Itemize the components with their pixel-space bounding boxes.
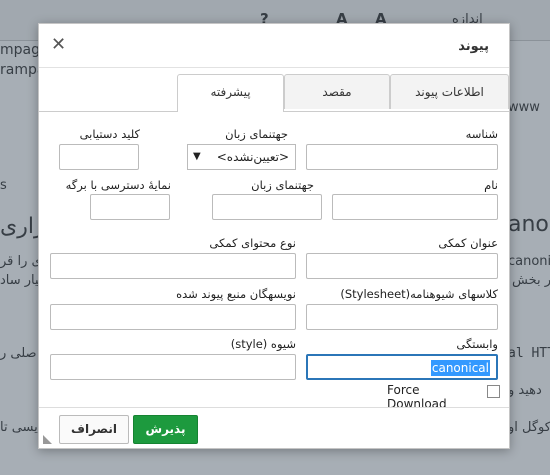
style-label: شیوه (style) [230,337,296,351]
dialog-footer: پذیرش انصراف [39,407,509,448]
tab-bar: اطلاعات پیوند مقصد پیشرفته [39,74,509,112]
resize-handle-icon[interactable] [43,435,52,444]
dialog-title: پیوند [458,39,489,54]
force-download-checkbox[interactable] [487,385,500,398]
rel-value: canonical [430,360,490,376]
tab-target[interactable]: مقصد [284,74,390,109]
ok-button[interactable]: پذیرش [133,415,198,444]
dropdown-arrow-icon: ▼ [193,151,201,162]
lang-code-field[interactable] [212,194,322,220]
style-field[interactable] [50,354,296,380]
access-key-field[interactable] [59,144,139,170]
tab-index-label: نمایهٔ دسترسی با برگه [65,178,171,192]
id-label: شناسه [465,127,498,141]
tab-index-field[interactable] [90,194,170,220]
close-icon[interactable]: ✕ [51,34,66,55]
lang-code-label: جهتنمای زبان [251,178,314,192]
name-label: نام [484,178,498,192]
charset-label: نویسهگان منبع پیوند شده [176,287,296,301]
charset-field[interactable] [50,304,296,330]
stylesheet-classes-label: کلاسهای شیوهنامه(Stylesheet) [340,287,498,301]
advisory-title-label: عنوان کمکی [438,236,498,250]
advisory-type-label: نوع محتوای کمکی [209,236,296,250]
advisory-title-field[interactable] [306,253,498,279]
name-field[interactable] [332,194,498,220]
lang-dir-select[interactable]: <تعیین‌نشده> ▼ [187,144,296,170]
lang-dir-label: جهتنمای زبان [225,127,288,141]
rel-label: وابستگی [456,337,498,351]
cancel-button[interactable]: انصراف [59,415,129,444]
id-field[interactable] [306,144,498,170]
rel-field[interactable]: canonical [306,354,498,380]
lang-dir-value: <تعیین‌نشده> [216,150,289,164]
advisory-type-field[interactable] [50,253,296,279]
stylesheet-classes-field[interactable] [306,304,498,330]
tab-advanced[interactable]: پیشرفته [177,74,284,112]
link-dialog: پیوند ✕ اطلاعات پیوند مقصد پیشرفته شناسه… [38,23,510,449]
dialog-header: پیوند ✕ [39,24,509,68]
access-key-label: کلید دستیابی [79,127,140,141]
tab-link-info[interactable]: اطلاعات پیوند [390,74,509,109]
